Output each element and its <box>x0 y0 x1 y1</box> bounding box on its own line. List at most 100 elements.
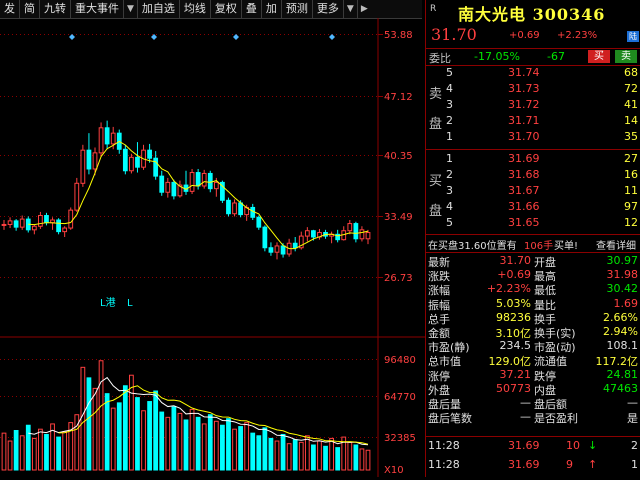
volume-bar <box>147 401 152 471</box>
order-volume: 35 <box>624 130 638 143</box>
stat-value: 5.03% <box>496 296 531 310</box>
candle-body <box>159 175 165 193</box>
volume-bar <box>220 424 225 471</box>
buy-row-5[interactable]: 5 31.65 12 <box>426 216 640 231</box>
buy-button[interactable]: 买 <box>588 50 610 63</box>
volume-bar <box>201 423 207 471</box>
volume-bar <box>177 412 183 471</box>
toolbar-button-major-events[interactable]: 重大事件 <box>71 0 124 18</box>
stat-value: 234.5 <box>499 339 532 353</box>
stat-row: 涨停 37.21 跌停 24.81 <box>426 367 640 383</box>
candle-body <box>62 227 68 233</box>
stat-value: 98236 <box>496 310 531 324</box>
order-volume: 12 <box>624 216 638 229</box>
chevron-right-icon[interactable]: ▶ <box>358 0 371 18</box>
candle-body <box>110 132 116 145</box>
volume-bar <box>1 432 7 471</box>
order-volume: 68 <box>624 66 638 79</box>
toolbar-button-moving-average[interactable]: 均线 <box>180 0 211 18</box>
candle-body <box>19 218 25 228</box>
sell-row-3[interactable]: 3 31.72 41 <box>426 98 640 113</box>
stock-title: 南大光电 300346 <box>458 5 606 24</box>
volume-bar <box>195 416 201 471</box>
chevron-down-icon[interactable]: ▼ <box>344 0 358 18</box>
candle-body <box>86 149 92 170</box>
trade-time: 11:28 <box>428 458 460 471</box>
sell-row-5[interactable]: 5 31.74 68 <box>426 66 640 81</box>
volume-bar <box>104 393 110 471</box>
stat-row: 总手 98236 换手 2.66% <box>426 310 640 326</box>
order-volume: 72 <box>624 82 638 95</box>
volume-unit-label: X10 <box>384 465 404 476</box>
volume-bar <box>159 411 165 471</box>
sell-row-4[interactable]: 4 31.73 72 <box>426 82 640 97</box>
chart-grid <box>0 18 425 477</box>
volume-bar <box>323 445 328 471</box>
sell-row-2[interactable]: 2 31.71 14 <box>426 114 640 129</box>
notice-detail-link[interactable]: 查看详细 <box>596 237 636 252</box>
volume-bar <box>92 387 98 471</box>
sell-button[interactable]: 卖 <box>615 50 637 63</box>
candle-body <box>256 216 262 228</box>
order-price: 31.69 <box>508 152 540 165</box>
candle-body <box>80 149 86 184</box>
order-volume: 27 <box>624 152 638 165</box>
trade-time: 11:28 <box>428 439 460 452</box>
book-separator <box>426 234 640 235</box>
volume-bar <box>207 414 213 471</box>
order-volume: 11 <box>624 184 638 197</box>
stat-value: 31.70 <box>499 254 532 267</box>
volume-bar <box>292 439 298 471</box>
order-level: 1 <box>446 152 453 165</box>
kline-chart[interactable]: L港 L 53.88 47.12 40.35 33.49 26.73 96480 64770 3… <box>0 18 425 477</box>
order-volume: 97 <box>624 200 638 213</box>
buy-row-3[interactable]: 3 31.67 11 <box>426 184 640 199</box>
candle-body <box>365 232 371 240</box>
toolbar-button-overlay[interactable]: 叠 <box>242 0 262 18</box>
volume-bar <box>189 408 195 471</box>
toolbar-button-jiuzhuan[interactable]: 九转 <box>40 0 71 18</box>
candle-body <box>359 229 365 240</box>
volume-bar <box>141 410 146 471</box>
candle-body <box>292 242 298 249</box>
toolbar-button-more[interactable]: 更多 <box>313 0 344 18</box>
stat-value: 是 <box>627 412 638 426</box>
toolbar-button-add[interactable]: 加 <box>262 0 282 18</box>
volume-bar <box>56 436 61 471</box>
toolbar-button-fa[interactable]: 发 <box>0 0 20 18</box>
order-price: 31.67 <box>508 184 540 197</box>
volume-bar <box>268 437 274 471</box>
toolbar-button-jian[interactable]: 简 <box>20 0 40 18</box>
price-change: +0.69 <box>509 30 540 41</box>
order-price: 31.68 <box>508 168 540 181</box>
candle-body <box>226 199 231 215</box>
toolbar-button-add-watchlist[interactable]: 加自选 <box>138 0 180 18</box>
candle-body <box>104 127 110 145</box>
stat-value: 50773 <box>496 381 531 395</box>
volume-bar <box>232 428 237 471</box>
order-level: 3 <box>446 98 453 111</box>
stat-value: 37.21 <box>499 367 532 381</box>
order-volume: 14 <box>624 114 638 127</box>
volume-bar <box>7 440 13 471</box>
order-level: 2 <box>446 168 453 181</box>
volume-bar <box>153 390 159 471</box>
order-price: 31.71 <box>508 114 540 127</box>
toolbar-button-adjust[interactable]: 复权 <box>211 0 242 18</box>
buy-row-2[interactable]: 2 31.68 16 <box>426 168 640 183</box>
candle-body <box>129 156 134 172</box>
chevron-down-icon[interactable]: ▼ <box>124 0 138 18</box>
volume-bar <box>38 428 43 471</box>
buy-row-1[interactable]: 1 31.69 27 <box>426 152 640 167</box>
sell-row-1[interactable]: 1 31.70 35 <box>426 130 640 145</box>
stat-value: 31.98 <box>606 268 639 282</box>
order-price: 31.74 <box>508 66 540 79</box>
trade-row: 11:28 31.69 10 ↓ 2 <box>426 438 640 454</box>
volume-bar <box>116 402 122 471</box>
buy-row-4[interactable]: 4 31.66 97 <box>426 200 640 215</box>
price-tick-label: 40.35 <box>384 151 413 162</box>
toolbar-button-forecast[interactable]: 预测 <box>282 0 313 18</box>
candle-body <box>280 245 286 255</box>
candle-body <box>92 152 98 170</box>
volume-series <box>1 360 371 471</box>
